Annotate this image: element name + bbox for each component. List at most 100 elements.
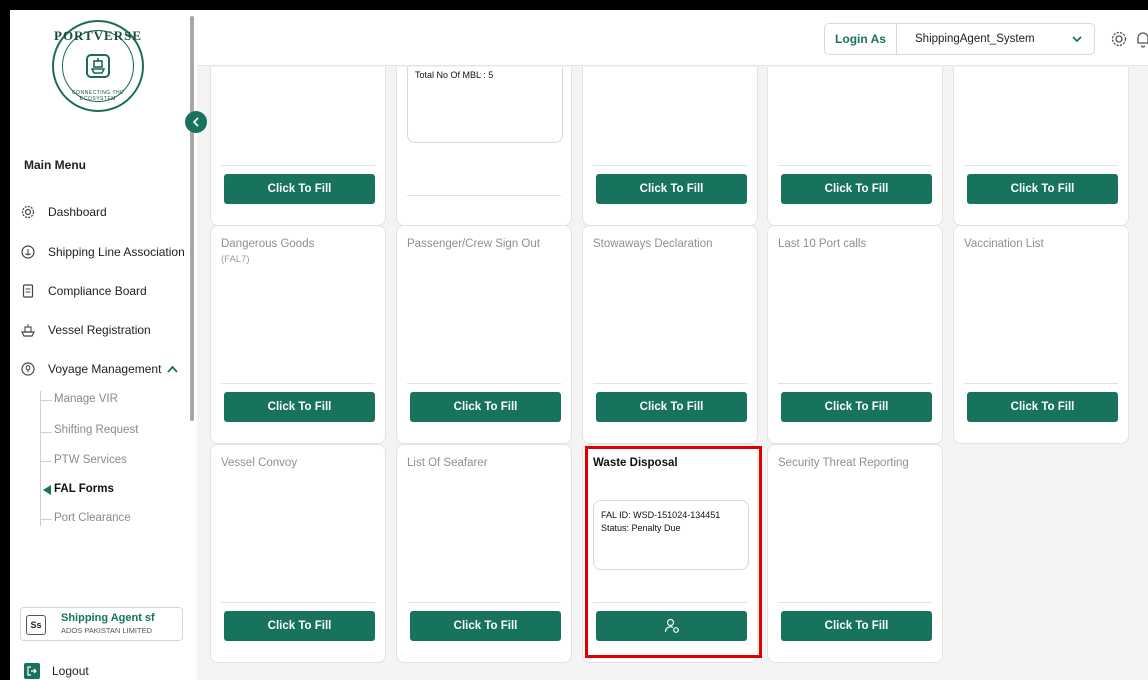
click-to-fill-button[interactable]: Click To Fill	[596, 174, 747, 204]
form-card-vaccination-list: Vaccination List Click To Fill	[953, 225, 1129, 444]
collapse-sidebar-button[interactable]	[185, 111, 207, 133]
submenu-port-clearance[interactable]: Port Clearance	[54, 512, 131, 524]
card-divider	[964, 165, 1118, 166]
submenu-manage-vir[interactable]: Manage VIR	[54, 393, 118, 405]
ship-logo-icon	[86, 54, 110, 78]
sidebar-item-shipping-line-association[interactable]: Shipping Line Association	[20, 241, 185, 263]
form-card: Click To Fill	[582, 67, 758, 226]
user-profile-card[interactable]: Ss Shipping Agent sf ADOS PAKISTAN LIMIT…	[20, 607, 183, 641]
form-card-security-threat-reporting: Security Threat Reporting Click To Fill	[767, 444, 943, 663]
main-menu-title: Main Menu	[24, 158, 86, 172]
submenu-fal-forms[interactable]: FAL Forms	[54, 483, 114, 495]
card-divider	[221, 602, 375, 603]
logo-text-bottom: CONNECTING THE ECOSYSTEM	[72, 90, 124, 102]
click-to-fill-button[interactable]: Click To Fill	[410, 392, 561, 422]
sidebar-item-compliance-board[interactable]: Compliance Board	[20, 280, 147, 302]
card-divider	[964, 383, 1118, 384]
submenu-guide-line	[40, 391, 41, 526]
app-frame: PORTVERSE CONNECTING THE ECOSYSTEM Main …	[10, 10, 1148, 680]
card-title: Vaccination List	[964, 238, 1044, 250]
click-to-fill-button[interactable]: Click To Fill	[224, 174, 375, 204]
card-title: Passenger/Crew Sign Out	[407, 238, 540, 250]
card-title: Stowaways Declaration	[593, 238, 713, 250]
form-card-stowaways-declaration: Stowaways Declaration Click To Fill	[582, 225, 758, 444]
click-to-fill-button[interactable]: Click To Fill	[224, 611, 375, 641]
card-divider	[407, 195, 561, 196]
form-card-last-10-port-calls: Last 10 Port calls Click To Fill	[767, 225, 943, 444]
form-card: Total No Of MBL : 5	[396, 67, 572, 226]
sidebar-item-dashboard[interactable]: Dashboard	[20, 201, 107, 223]
total-mbl-text: Total No Of MBL : 5	[415, 70, 494, 80]
card-divider	[407, 383, 561, 384]
mbl-info-box: Total No Of MBL : 5	[407, 67, 563, 143]
form-card: Click To Fill	[953, 67, 1129, 226]
sidebar-item-label: Shipping Line Association	[48, 245, 185, 259]
form-card-list-of-seafarer: List Of Seafarer Click To Fill	[396, 444, 572, 663]
click-to-fill-button[interactable]: Click To Fill	[967, 174, 1118, 204]
submenu-shifting-request[interactable]: Shifting Request	[54, 424, 138, 436]
submenu-tick	[40, 461, 52, 462]
chevron-left-icon	[192, 117, 199, 127]
sidebar-scrollbar[interactable]	[190, 16, 194, 421]
login-as-value: ShippingAgent_System	[915, 33, 1035, 45]
logo-text-top: PORTVERSE	[54, 28, 143, 43]
highlight-box	[585, 446, 762, 658]
card-title: Security Threat Reporting	[778, 457, 909, 469]
card-title: Vessel Convoy	[221, 457, 298, 469]
gear-icon	[20, 204, 36, 220]
form-card-passenger-crew-sign-out: Passenger/Crew Sign Out Click To Fill	[396, 225, 572, 444]
sidebar-item-vessel-registration[interactable]: Vessel Registration	[20, 319, 151, 341]
notification-bell-icon[interactable]	[1135, 30, 1148, 48]
avatar: Ss	[26, 615, 46, 635]
card-divider	[221, 165, 375, 166]
card-subtitle: (FAL7)	[221, 254, 250, 265]
location-pin-icon	[20, 361, 36, 377]
submenu-tick	[40, 432, 52, 433]
click-to-fill-button[interactable]: Click To Fill	[781, 392, 932, 422]
settings-gear-icon[interactable]	[1111, 31, 1127, 47]
logout-button[interactable]: Logout	[24, 663, 89, 679]
chevron-down-icon	[1072, 36, 1082, 43]
click-to-fill-button[interactable]: Click To Fill	[967, 392, 1118, 422]
card-divider	[778, 602, 932, 603]
ship-icon	[20, 322, 36, 338]
click-to-fill-button[interactable]: Click To Fill	[596, 392, 747, 422]
click-to-fill-button[interactable]: Click To Fill	[410, 611, 561, 641]
user-name: Shipping Agent sf	[61, 612, 155, 624]
card-divider	[593, 383, 747, 384]
portverse-logo[interactable]: PORTVERSE CONNECTING THE ECOSYSTEM	[52, 20, 144, 112]
sidebar-item-label: Dashboard	[48, 205, 107, 219]
card-divider	[778, 165, 932, 166]
sidebar-item-label: Vessel Registration	[48, 323, 151, 337]
card-title: Last 10 Port calls	[778, 238, 867, 250]
card-title: Dangerous Goods	[221, 238, 315, 250]
sidebar-item-label: Voyage Management	[48, 362, 162, 376]
card-title: List Of Seafarer	[407, 457, 488, 469]
click-to-fill-button[interactable]: Click To Fill	[781, 611, 932, 641]
top-header: Login As ShippingAgent_System	[197, 10, 1148, 66]
form-card-vessel-convoy: Vessel Convoy Click To Fill	[210, 444, 386, 663]
active-arrow-icon	[43, 485, 51, 495]
logout-icon	[24, 663, 40, 679]
click-to-fill-button[interactable]: Click To Fill	[224, 392, 375, 422]
form-card: Click To Fill	[767, 67, 943, 226]
form-card: Click To Fill	[210, 67, 386, 226]
user-company: ADOS PAKISTAN LIMITED	[61, 626, 152, 635]
sidebar-item-label: Compliance Board	[48, 284, 147, 298]
sidebar: PORTVERSE CONNECTING THE ECOSYSTEM Main …	[10, 10, 197, 680]
login-as-label: Login As	[825, 24, 897, 54]
login-as-select[interactable]: Login As ShippingAgent_System	[824, 23, 1095, 55]
card-divider	[407, 602, 561, 603]
card-divider	[221, 383, 375, 384]
submenu-ptw-services[interactable]: PTW Services	[54, 454, 127, 466]
card-divider	[593, 165, 747, 166]
submenu-tick	[40, 400, 52, 401]
chevron-up-icon[interactable]	[167, 365, 179, 373]
card-divider	[778, 383, 932, 384]
submenu-tick	[40, 519, 52, 520]
sidebar-item-voyage-management[interactable]: Voyage Management	[20, 358, 179, 380]
logout-label: Logout	[52, 664, 89, 678]
anchor-circle-icon	[20, 244, 36, 260]
form-card-dangerous-goods: Dangerous Goods (FAL7) Click To Fill	[210, 225, 386, 444]
click-to-fill-button[interactable]: Click To Fill	[781, 174, 932, 204]
